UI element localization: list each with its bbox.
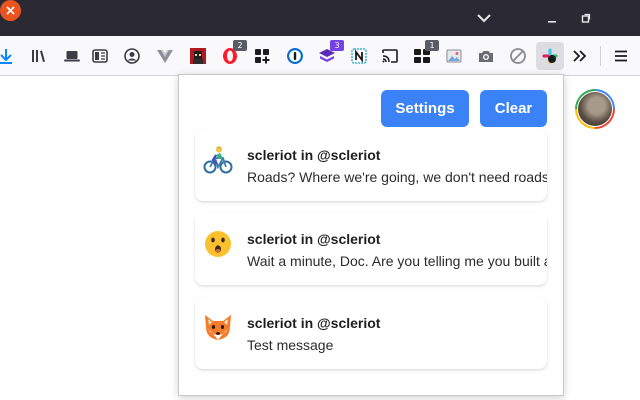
pixel-avatar-extension-icon[interactable]	[186, 44, 210, 68]
slack-notifier-extension-icon[interactable]	[536, 42, 564, 70]
notification-message: Test message	[247, 337, 334, 353]
opera-extension-icon[interactable]: 2	[218, 40, 247, 68]
notification-title: scleriot in @scleriot	[247, 147, 381, 163]
menu-icon[interactable]	[609, 44, 633, 68]
surprised-face-emoji-icon	[202, 227, 234, 259]
chevron-down-icon[interactable]	[470, 0, 498, 36]
library-icon[interactable]	[27, 44, 51, 68]
notification-card[interactable]: scleriot in @scleriot Test message	[195, 297, 547, 369]
notification-message: Wait a minute, Doc. Are you telling me y…	[247, 253, 547, 269]
avatar-photo	[577, 91, 613, 127]
reader-view-icon[interactable]	[88, 44, 112, 68]
avatar[interactable]	[575, 89, 615, 129]
settings-button[interactable]: Settings	[381, 90, 469, 127]
overflow-chevrons-icon[interactable]	[568, 44, 592, 68]
grid-apps-extension-icon[interactable]	[250, 44, 274, 68]
close-icon[interactable]	[0, 0, 21, 21]
block-icon[interactable]	[506, 44, 530, 68]
stack-badge: 3	[330, 40, 344, 51]
opera-badge: 2	[233, 40, 247, 51]
notification-title: scleriot in @scleriot	[247, 231, 381, 247]
account-icon[interactable]	[120, 44, 144, 68]
stack-extension-icon[interactable]: 3	[315, 40, 344, 68]
clear-button[interactable]: Clear	[480, 90, 547, 127]
toolbar-separator	[600, 46, 601, 66]
bicyclist-emoji-icon	[202, 143, 234, 175]
camera-extension-icon[interactable]	[474, 44, 498, 68]
vue-devtools-icon[interactable]	[153, 44, 177, 68]
download-icon[interactable]	[0, 44, 18, 68]
notification-title: scleriot in @scleriot	[247, 315, 381, 331]
fox-emoji-icon	[202, 311, 234, 343]
minimize-icon[interactable]	[540, 0, 564, 36]
notification-message: Roads? Where we're going, we don't need …	[247, 169, 547, 185]
window-title-bar	[0, 0, 640, 36]
notifications-popup: Settings Clear scleriot in @scleriot Roa…	[178, 74, 564, 396]
notification-card[interactable]: scleriot in @scleriot Wait a minute, Doc…	[195, 213, 547, 285]
image-extension-icon[interactable]	[442, 44, 466, 68]
browser-toolbar: 2 3 1	[0, 36, 640, 76]
cast-icon[interactable]	[378, 44, 402, 68]
notification-card[interactable]: scleriot in @scleriot Roads? Where we're…	[195, 129, 547, 201]
maximize-icon[interactable]	[574, 0, 598, 36]
dashboard-extension-icon[interactable]: 1	[410, 40, 439, 68]
laptop-icon[interactable]	[60, 44, 84, 68]
password-manager-icon[interactable]	[283, 44, 307, 68]
dashboard-badge: 1	[425, 40, 439, 51]
notion-extension-icon[interactable]	[347, 44, 371, 68]
